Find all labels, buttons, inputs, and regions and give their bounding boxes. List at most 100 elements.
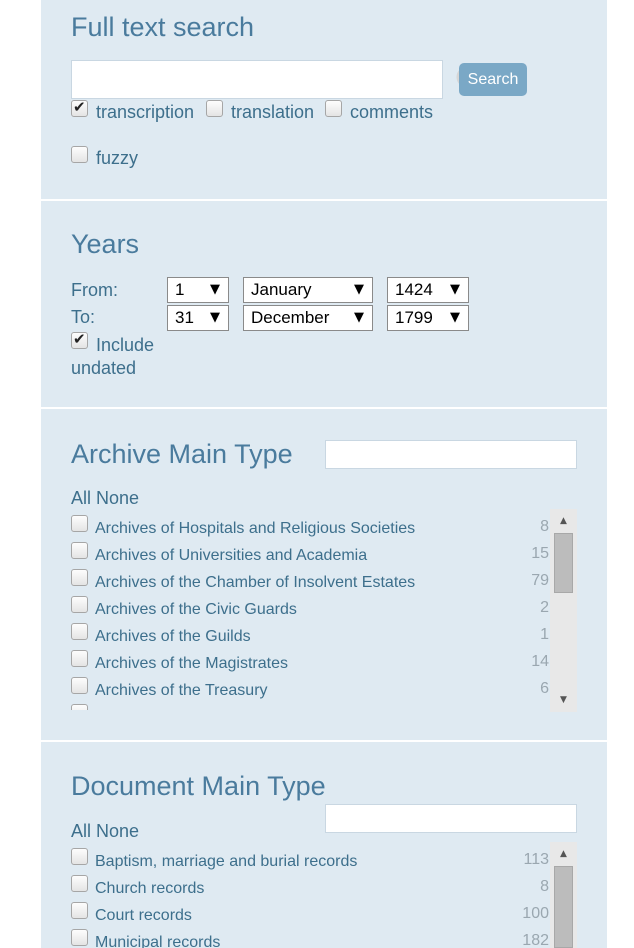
list-item-partial [69,704,549,710]
list-item[interactable]: Archives of Hospitals and Religious Soci… [69,515,549,542]
translation-label: translation [231,102,315,122]
scrollbar-thumb[interactable] [554,866,573,948]
document-item-checkbox[interactable] [71,875,88,892]
to-year-select[interactable]: 1799 ▼ [387,305,469,331]
archive-type-title: Archive Main Type [71,439,293,469]
transcription-label: transcription [96,102,195,122]
to-month-select[interactable]: December ▼ [243,305,373,331]
list-item[interactable]: Archives of the Civic Guards 2 [69,596,549,623]
chevron-down-icon: ▼ [450,310,460,325]
document-item-count: 113 [523,851,549,868]
archive-item-count: 8 [540,518,549,535]
archive-item-checkbox[interactable] [71,515,88,532]
select-none-link[interactable]: None [96,488,139,508]
years-panel: Years From: To: 1 ▼ January ▼ 1424 ▼ 31 ▼ De… [41,201,607,407]
to-month-value: December [251,308,330,327]
archive-item-name: Archives of the Guilds [95,628,251,645]
from-year-value: 1424 [395,280,433,299]
scroll-up-icon[interactable]: ▲ [550,844,577,864]
document-item-count: 182 [522,932,549,948]
transcription-checkbox[interactable] [71,98,88,117]
archive-item-name: Archives of Hospitals and Religious Soci… [95,520,416,537]
select-all-link[interactable]: All [71,821,91,841]
fuzzy-checkbox[interactable] [71,146,88,163]
list-item[interactable]: Archives of the Guilds 1 [69,623,549,650]
fuzzy-label: fuzzy [96,148,139,168]
document-type-list: Baptism, marriage and burial records 113 … [69,848,549,948]
search-button[interactable]: Search [459,63,527,96]
from-day-select[interactable]: 1 ▼ [167,277,229,303]
chevron-down-icon: ▼ [210,310,220,325]
document-item-name: Municipal records [95,934,221,948]
list-item[interactable]: Archives of the Chamber of Insolvent Est… [69,569,549,596]
archive-item-name: Archives of the Chamber of Insolvent Est… [95,574,416,591]
list-item[interactable]: Church records 8 [69,875,549,902]
scrollbar-thumb[interactable] [554,533,573,593]
document-item-count: 100 [522,905,549,922]
document-type-filter-input[interactable] [325,804,577,833]
from-month-value: January [251,280,312,299]
from-label: From: [71,280,118,300]
select-all-link[interactable]: All [71,488,91,508]
from-month-select[interactable]: January ▼ [243,277,373,303]
comments-label: comments [350,102,434,122]
archive-item-checkbox[interactable] [71,677,88,694]
archive-item-count: 15 [531,545,549,562]
list-item[interactable]: Archives of Universities and Academia 15 [69,542,549,569]
to-day-select[interactable]: 31 ▼ [167,305,229,331]
archive-item-checkbox[interactable] [71,623,88,640]
list-item[interactable]: Baptism, marriage and burial records 113 [69,848,549,875]
archive-item-checkbox[interactable] [71,650,88,667]
archive-type-list: Archives of Hospitals and Religious Soci… [69,515,549,710]
document-type-title: Document Main Type [71,771,326,801]
document-item-name: Baptism, marriage and burial records [95,853,358,870]
archive-item-count: 6 [540,680,549,697]
scroll-up-icon[interactable]: ▲ [550,511,577,531]
to-day-value: 31 [175,308,194,327]
comments-checkbox[interactable] [325,100,342,117]
include-undated-checkbox[interactable] [71,330,88,349]
list-item[interactable]: Archives of the Magistrates 14 [69,650,549,677]
archive-type-scrollbar[interactable]: ▲ ▼ [550,509,577,712]
archive-item-name: Archives of the Magistrates [95,655,288,672]
chevron-down-icon: ▼ [450,282,460,297]
document-item-checkbox[interactable] [71,929,88,946]
fulltext-search-panel: Full text search Search transcription tr… [41,0,607,199]
document-item-count: 8 [540,878,549,895]
select-none-link[interactable]: None [96,821,139,841]
list-item[interactable]: Court records 100 [69,902,549,929]
years-title: Years [71,229,140,259]
document-item-checkbox[interactable] [71,848,88,865]
translation-checkbox[interactable] [206,100,223,117]
archive-item-checkbox[interactable] [71,704,88,710]
from-day-value: 1 [175,280,185,299]
archive-item-count: 79 [531,572,549,589]
document-item-name: Court records [95,907,192,924]
archive-item-checkbox[interactable] [71,542,88,559]
list-item[interactable]: Municipal records 182 [69,929,549,948]
chevron-down-icon: ▼ [354,310,364,325]
archive-item-checkbox[interactable] [71,596,88,613]
archive-item-count: 1 [540,626,549,643]
document-type-scrollbar[interactable]: ▲ [550,842,577,948]
archive-type-filter-input[interactable] [325,440,577,469]
archive-item-name: Archives of the Treasury [95,682,268,699]
document-item-name: Church records [95,880,205,897]
archive-item-name: Archives of the Civic Guards [95,601,297,618]
document-item-checkbox[interactable] [71,902,88,919]
chevron-down-icon: ▼ [210,282,220,297]
list-item[interactable]: Archives of the Treasury 6 [69,677,549,704]
fulltext-search-title: Full text search [71,12,255,42]
from-year-select[interactable]: 1424 ▼ [387,277,469,303]
scroll-down-icon[interactable]: ▼ [550,690,577,710]
archive-item-name: Archives of Universities and Academia [95,547,368,564]
document-type-panel: Document Main Type All None Baptism, mar… [41,742,607,948]
archive-item-checkbox[interactable] [71,569,88,586]
include-undated-label-line2: undated [71,358,137,378]
include-undated-label: Include [96,335,155,355]
to-year-value: 1799 [395,308,433,327]
archive-item-count: 14 [531,653,549,670]
fulltext-search-input[interactable] [71,60,443,99]
to-label: To: [71,307,96,327]
archive-type-all-none: All None [71,488,139,509]
